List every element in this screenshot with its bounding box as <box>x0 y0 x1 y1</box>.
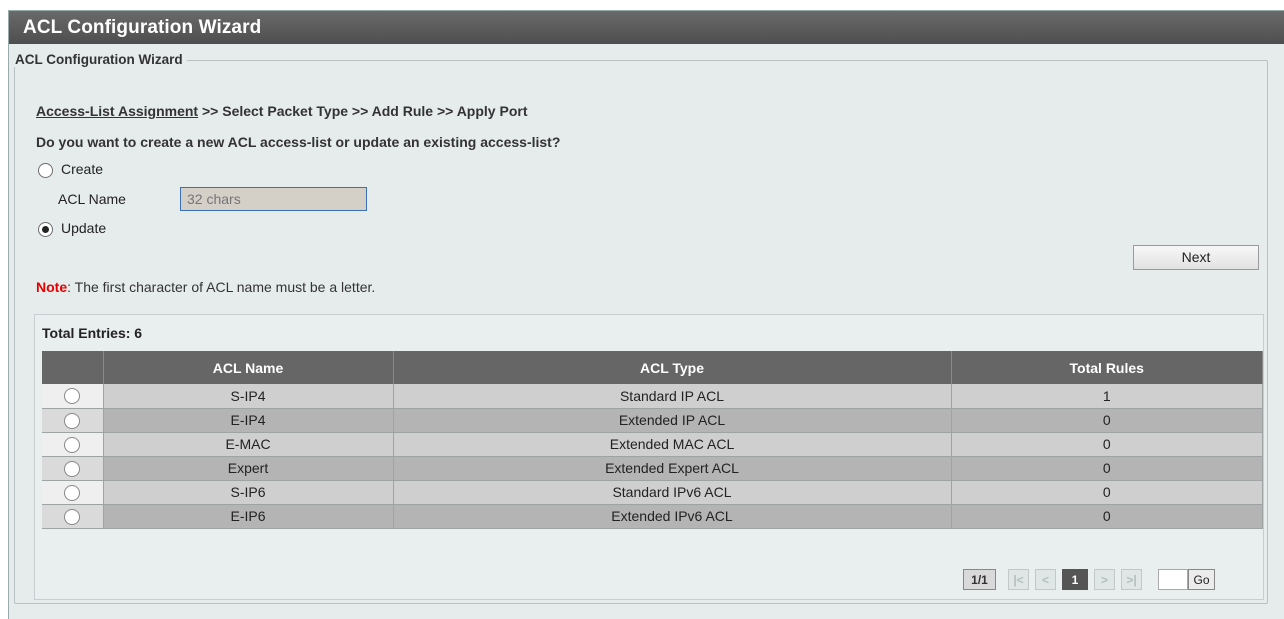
total-rules-cell: 0 <box>951 480 1263 505</box>
acl-name-cell: E-IP6 <box>103 504 394 529</box>
row-select-cell[interactable] <box>42 408 104 433</box>
total-rules-cell: 1 <box>951 384 1263 409</box>
table-row[interactable]: E-IP4 Extended IP ACL 0 <box>42 408 1263 433</box>
row-select-cell[interactable] <box>42 432 104 457</box>
acl-table: ACL Name ACL Type Total Rules S-IP4 Stan… <box>42 351 1263 529</box>
update-option[interactable]: Update <box>38 220 106 237</box>
breadcrumb-current-step[interactable]: Access-List Assignment <box>36 103 198 119</box>
page-number-input[interactable] <box>1158 569 1188 590</box>
acl-name-cell: S-IP4 <box>103 384 394 409</box>
acl-type-cell: Standard IP ACL <box>393 384 952 409</box>
acl-name-column-header: ACL Name <box>103 351 394 384</box>
next-button[interactable]: Next <box>1133 245 1259 270</box>
row-select-radio[interactable] <box>64 388 81 405</box>
panel-legend: ACL Configuration Wizard <box>11 52 187 67</box>
last-page-button[interactable]: >| <box>1121 569 1142 590</box>
wizard-question: Do you want to create a new ACL access-l… <box>36 134 561 150</box>
acl-type-cell: Extended IPv6 ACL <box>393 504 952 529</box>
create-radio[interactable] <box>38 162 53 178</box>
create-option[interactable]: Create <box>38 161 103 178</box>
acl-type-cell: Standard IPv6 ACL <box>393 480 952 505</box>
breadcrumb-remaining-steps: >> Select Packet Type >> Add Rule >> App… <box>198 103 528 119</box>
prev-page-button[interactable]: < <box>1035 569 1056 590</box>
go-button[interactable]: Go <box>1188 569 1215 590</box>
acl-type-cell: Extended IP ACL <box>393 408 952 433</box>
acl-name-label: ACL Name <box>58 191 126 207</box>
row-select-cell[interactable] <box>42 504 104 529</box>
note-body: : The first character of ACL name must b… <box>67 279 376 295</box>
row-select-cell[interactable] <box>42 456 104 481</box>
select-column-header <box>42 351 104 384</box>
page-count: 1/1 <box>963 569 996 590</box>
next-page-button[interactable]: > <box>1094 569 1115 590</box>
acl-type-cell: Extended Expert ACL <box>393 456 952 481</box>
acl-name-cell: E-IP4 <box>103 408 394 433</box>
create-label: Create <box>61 161 104 177</box>
note-text: Note: The first character of ACL name mu… <box>36 279 375 295</box>
table-row[interactable]: E-MAC Extended MAC ACL 0 <box>42 432 1263 457</box>
row-select-radio[interactable] <box>64 460 81 477</box>
total-rules-column-header: Total Rules <box>951 351 1263 384</box>
table-row[interactable]: Expert Extended Expert ACL 0 <box>42 456 1263 481</box>
table-row[interactable]: S-IP6 Standard IPv6 ACL 0 <box>42 480 1263 505</box>
total-rules-cell: 0 <box>951 504 1263 529</box>
acl-name-input[interactable] <box>180 187 367 211</box>
current-page-button[interactable]: 1 <box>1062 569 1088 590</box>
row-select-radio[interactable] <box>64 484 81 501</box>
total-rules-cell: 0 <box>951 408 1263 433</box>
acl-type-cell: Extended MAC ACL <box>393 432 952 457</box>
first-page-button[interactable]: |< <box>1008 569 1029 590</box>
row-select-cell[interactable] <box>42 384 104 409</box>
update-radio[interactable] <box>38 221 53 237</box>
note-prefix: Note <box>36 279 68 295</box>
pagination: 1/1 |< < 1 > >| Go <box>963 569 1221 590</box>
window-title: ACL Configuration Wizard <box>9 11 1284 44</box>
table-row[interactable]: E-IP6 Extended IPv6 ACL 0 <box>42 504 1263 529</box>
table-header-row: ACL Name ACL Type Total Rules <box>42 351 1263 384</box>
acl-type-column-header: ACL Type <box>393 351 952 384</box>
row-select-radio[interactable] <box>64 508 81 525</box>
row-select-cell[interactable] <box>42 480 104 505</box>
total-rules-cell: 0 <box>951 432 1263 457</box>
acl-name-cell: E-MAC <box>103 432 394 457</box>
acl-name-cell: Expert <box>103 456 394 481</box>
row-select-radio[interactable] <box>64 436 81 453</box>
acl-name-cell: S-IP6 <box>103 480 394 505</box>
breadcrumb: Access-List Assignment >> Select Packet … <box>36 103 527 119</box>
update-label: Update <box>61 220 107 236</box>
table-row[interactable]: S-IP4 Standard IP ACL 1 <box>42 384 1263 409</box>
total-rules-cell: 0 <box>951 456 1263 481</box>
row-select-radio[interactable] <box>64 412 81 429</box>
total-entries: Total Entries: 6 <box>42 325 143 341</box>
